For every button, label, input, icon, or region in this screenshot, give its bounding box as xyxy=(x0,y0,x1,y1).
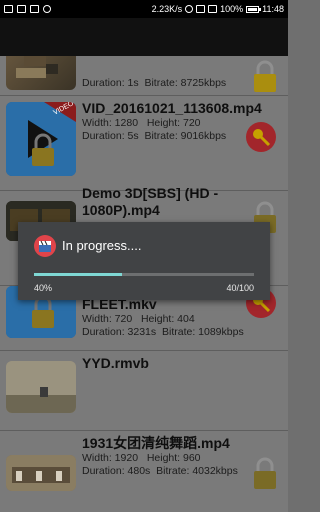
video-thumbnail xyxy=(6,455,76,491)
duration-label: Duration: 1s xyxy=(82,77,139,89)
duration-label: Duration: 5s xyxy=(82,130,139,142)
video-thumbnail xyxy=(6,56,76,90)
list-item[interactable]: YYD.rmvb xyxy=(0,351,288,431)
width-label: Width: 1920 xyxy=(82,452,139,464)
video-name: 1931女团清纯舞蹈.mp4 xyxy=(82,435,230,451)
bitrate-label: Bitrate: 8725kbps xyxy=(144,77,227,89)
progress-count: 40/100 xyxy=(226,283,254,293)
video-name: Demo 3D[SBS] (HD - 1080P).mp4 xyxy=(82,185,219,218)
alarm-icon xyxy=(185,5,194,13)
height-label: Height: 404 xyxy=(140,313,195,325)
width-label: Width: 1280 xyxy=(82,117,139,129)
bitrate-label: Bitrate: 9016kbps xyxy=(144,130,227,142)
battery-icon xyxy=(246,5,262,13)
list-item[interactable]: 1931女团清纯舞蹈.mp4 Width: 1920 Height: 960 D… xyxy=(0,431,288,512)
progress-fill xyxy=(34,273,122,276)
notification-icon xyxy=(4,5,13,13)
usb-icon xyxy=(43,5,51,13)
film-clapper-icon xyxy=(34,235,56,257)
video-name: VID_20161021_113608.mp4 xyxy=(82,100,262,116)
image-icon xyxy=(30,5,39,13)
network-speed: 2.23K/s xyxy=(151,4,183,14)
wifi-icon xyxy=(196,5,206,13)
battery-percent: 100% xyxy=(220,4,244,14)
bitrate-label: Bitrate: 4032kbps xyxy=(156,465,238,477)
height-label: Height: 960 xyxy=(146,452,201,464)
width-label: Width: 720 xyxy=(82,313,133,325)
progress-percent: 40% xyxy=(34,283,53,293)
video-thumbnail: VIDEO xyxy=(6,102,76,176)
duration-label: Duration: 3231s xyxy=(82,326,157,338)
signal-icon xyxy=(208,5,218,13)
bitrate-label: Bitrate: 1089kbps xyxy=(161,326,244,338)
padlock-icon[interactable] xyxy=(252,457,278,491)
padlock-icon[interactable] xyxy=(252,60,278,94)
app-bar xyxy=(0,18,288,56)
notification-icon xyxy=(17,5,26,13)
progress-dialog: In progress.... 40% 40/100 xyxy=(18,222,270,300)
progress-bar xyxy=(34,273,254,276)
key-icon[interactable] xyxy=(246,122,276,152)
list-item[interactable]: Duration: 1s Bitrate: 8725kbps xyxy=(0,56,288,96)
status-bar: 2.23K/s 100% 11:48 xyxy=(0,0,288,18)
clock: 11:48 xyxy=(262,4,284,14)
duration-label: Duration: 480s xyxy=(82,465,151,477)
height-label: Height: 720 xyxy=(146,117,201,129)
dialog-title: In progress.... xyxy=(62,238,142,253)
video-name: YYD.rmvb xyxy=(82,355,149,371)
video-thumbnail xyxy=(6,361,76,413)
list-item[interactable]: VIDEO VID_20161021_113608.mp4 Width: 128… xyxy=(0,96,288,191)
